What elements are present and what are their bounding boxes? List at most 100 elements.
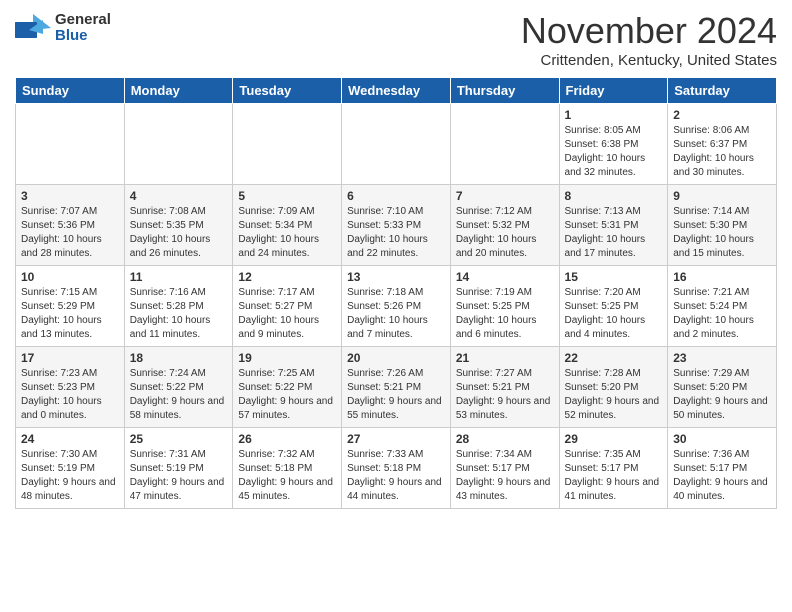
day-info-label: Daylight: — [238, 315, 280, 326]
cell-3-4: 21 Sunrise: 7:27 AMSunset: 5:21 PMDayligh… — [450, 347, 559, 428]
day-number: 7 — [456, 189, 554, 203]
day-info-label: Sunset: — [565, 382, 602, 393]
day-info-label: Sunset: — [347, 382, 384, 393]
day-number: 30 — [673, 432, 771, 446]
day-info: Sunrise: 7:29 AMSunset: 5:20 PMDaylight:… — [673, 367, 771, 423]
cell-1-3: 6Sunrise: 7:10 AMSunset: 5:33 PMDaylight… — [342, 185, 451, 266]
day-number: 18 — [130, 351, 228, 365]
day-info: Sunrise: 7:18 AMSunset: 5:26 PMDaylight:… — [347, 286, 445, 342]
logo-icon — [15, 10, 51, 46]
day-info-label: Sunset: — [456, 382, 493, 393]
day-info: Sunrise: 7:26 AMSunset: 5:21 PMDaylight:… — [347, 367, 445, 423]
week-row-5: 24 Sunrise: 7:30 AMSunset: 5:19 PMDayligh… — [16, 428, 777, 509]
day-info-label: Daylight: — [673, 153, 715, 164]
week-row-1: 1Sunrise: 8:05 AMSunset: 6:38 PMDaylight… — [16, 104, 777, 185]
day-number: 21 — [456, 351, 554, 365]
col-friday: Friday — [559, 78, 668, 104]
day-info: Sunrise: 7:34 AMSunset: 5:17 PMDaylight:… — [456, 448, 554, 504]
day-number: 26 — [238, 432, 336, 446]
cell-3-3: 20 Sunrise: 7:26 AMSunset: 5:21 PMDayligh… — [342, 347, 451, 428]
day-number: 28 — [456, 432, 554, 446]
day-info-label: Sunset: — [347, 301, 384, 312]
cell-2-5: 15Sunrise: 7:20 AMSunset: 5:25 PMDayligh… — [559, 266, 668, 347]
day-info-label: Sunrise: — [21, 368, 60, 379]
day-info-label: Sunset: — [130, 463, 167, 474]
day-info-label: Sunset: — [456, 220, 493, 231]
day-info-label: Daylight: — [456, 234, 498, 245]
day-info-label: Sunrise: — [347, 368, 386, 379]
day-info: Sunrise: 7:15 AMSunset: 5:29 PMDaylight:… — [21, 286, 119, 342]
day-info-label: Sunset: — [565, 301, 602, 312]
day-info-label: Sunset: — [673, 220, 710, 231]
day-info-label: Sunset: — [238, 382, 275, 393]
day-number: 3 — [21, 189, 119, 203]
day-number: 10 — [21, 270, 119, 284]
day-info: Sunrise: 8:05 AMSunset: 6:38 PMDaylight:… — [565, 124, 663, 180]
day-number: 12 — [238, 270, 336, 284]
day-info-label: Sunrise: — [673, 287, 712, 298]
day-number: 22 — [565, 351, 663, 365]
day-info-label: Sunrise: — [238, 368, 277, 379]
day-info-label: Sunset: — [565, 220, 602, 231]
day-info-label: Daylight: — [565, 477, 607, 488]
day-info: Sunrise: 7:24 AMSunset: 5:22 PMDaylight:… — [130, 367, 228, 423]
cell-1-0: 3Sunrise: 7:07 AMSunset: 5:36 PMDaylight… — [16, 185, 125, 266]
day-info-label: Sunset: — [456, 463, 493, 474]
day-info: Sunrise: 7:27 AMSunset: 5:21 PMDaylight:… — [456, 367, 554, 423]
day-info-label: Sunrise: — [673, 125, 712, 136]
day-info-label: Daylight: — [673, 396, 715, 407]
location: Crittenden, Kentucky, United States — [521, 52, 777, 69]
cell-2-0: 10 Sunrise: 7:15 AMSunset: 5:29 PMDayligh… — [16, 266, 125, 347]
cell-1-6: 9Sunrise: 7:14 AMSunset: 5:30 PMDaylight… — [668, 185, 777, 266]
day-number: 2 — [673, 108, 771, 122]
cell-4-5: 29Sunrise: 7:35 AMSunset: 5:17 PMDayligh… — [559, 428, 668, 509]
day-info: Sunrise: 7:14 AMSunset: 5:30 PMDaylight:… — [673, 205, 771, 261]
day-number: 24 — [21, 432, 119, 446]
logo: General Blue — [15, 10, 111, 46]
day-info-label: Sunset: — [130, 220, 167, 231]
day-info-label: Sunset: — [21, 463, 58, 474]
cell-0-3 — [342, 104, 451, 185]
day-info-label: Sunset: — [673, 139, 710, 150]
day-info-label: Daylight: — [347, 477, 389, 488]
cell-3-6: 23Sunrise: 7:29 AMSunset: 5:20 PMDayligh… — [668, 347, 777, 428]
cell-0-0 — [16, 104, 125, 185]
day-info-label: Sunrise: — [130, 449, 169, 460]
cell-0-5: 1Sunrise: 8:05 AMSunset: 6:38 PMDaylight… — [559, 104, 668, 185]
day-info-label: Daylight: — [673, 234, 715, 245]
cell-2-2: 12Sunrise: 7:17 AMSunset: 5:27 PMDayligh… — [233, 266, 342, 347]
cell-4-4: 28 Sunrise: 7:34 AMSunset: 5:17 PMDayligh… — [450, 428, 559, 509]
day-info-label: Sunrise: — [565, 287, 604, 298]
cell-4-2: 26Sunrise: 7:32 AMSunset: 5:18 PMDayligh… — [233, 428, 342, 509]
day-info: Sunrise: 7:35 AMSunset: 5:17 PMDaylight:… — [565, 448, 663, 504]
day-info-label: Daylight: — [21, 234, 63, 245]
day-info: Sunrise: 7:30 AMSunset: 5:19 PMDaylight:… — [21, 448, 119, 504]
day-info-label: Sunrise: — [456, 449, 495, 460]
day-info-label: Sunrise: — [673, 206, 712, 217]
day-info: Sunrise: 8:06 AMSunset: 6:37 PMDaylight:… — [673, 124, 771, 180]
day-info-label: Sunrise: — [21, 287, 60, 298]
day-info-label: Sunset: — [238, 463, 275, 474]
cell-4-6: 30Sunrise: 7:36 AMSunset: 5:17 PMDayligh… — [668, 428, 777, 509]
day-info-label: Sunset: — [238, 220, 275, 231]
day-number: 5 — [238, 189, 336, 203]
day-info: Sunrise: 7:09 AMSunset: 5:34 PMDaylight:… — [238, 205, 336, 261]
day-info-label: Daylight: — [565, 315, 607, 326]
day-info: Sunrise: 7:16 AMSunset: 5:28 PMDaylight:… — [130, 286, 228, 342]
day-number: 14 — [456, 270, 554, 284]
day-info-label: Sunset: — [21, 301, 58, 312]
cell-2-3: 13Sunrise: 7:18 AMSunset: 5:26 PMDayligh… — [342, 266, 451, 347]
day-info-label: Sunrise: — [565, 206, 604, 217]
cell-1-2: 5 Sunrise: 7:09 AMSunset: 5:34 PMDaylight… — [233, 185, 342, 266]
day-info-label: Daylight: — [238, 234, 280, 245]
col-tuesday: Tuesday — [233, 78, 342, 104]
day-info-label: Daylight: — [673, 315, 715, 326]
day-number: 20 — [347, 351, 445, 365]
day-info-label: Daylight: — [456, 315, 498, 326]
day-info-label: Sunrise: — [130, 287, 169, 298]
day-info-label: Sunrise: — [21, 206, 60, 217]
day-info-label: Sunset: — [347, 463, 384, 474]
day-info: Sunrise: 7:21 AMSunset: 5:24 PMDaylight:… — [673, 286, 771, 342]
day-info-label: Sunrise: — [130, 368, 169, 379]
day-info-label: Daylight: — [565, 396, 607, 407]
